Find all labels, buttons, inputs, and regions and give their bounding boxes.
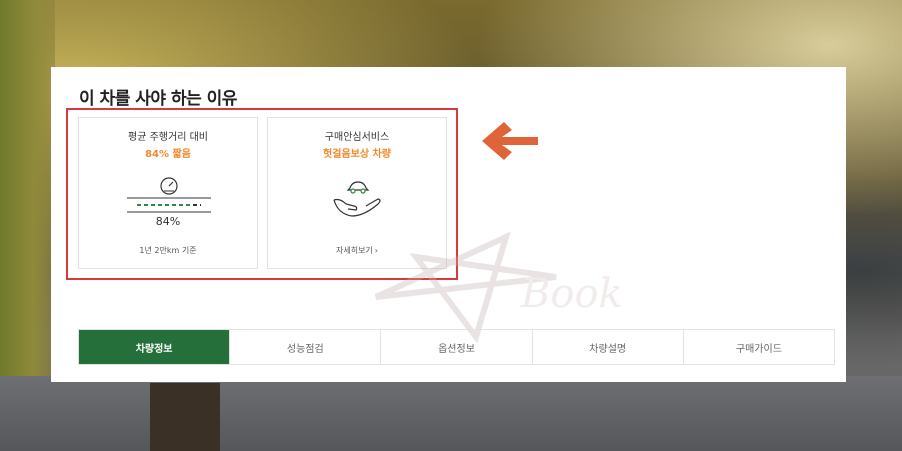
section-title: 이 차를 사야 하는 이유 (79, 89, 237, 109)
watermark-text: Book (520, 271, 623, 317)
tab-options[interactable]: 옵션정보 (381, 330, 533, 364)
chevron-right-icon: › (374, 246, 378, 255)
left-arrow-icon (482, 122, 538, 160)
background-tree-trunk (150, 383, 220, 451)
tab-inspection[interactable]: 성능점검 (230, 330, 382, 364)
background-road (0, 376, 902, 451)
tab-purchase-guide[interactable]: 구매가이드 (684, 330, 834, 364)
mileage-basis: 1년 2만km 기준 (139, 246, 197, 255)
reasons-panel: 이 차를 사야 하는 이유 평균 주행거리 대비 84% 짧음 84% 1년 2… (51, 67, 846, 382)
tab-vehicle-info[interactable]: 차량정보 (79, 330, 231, 364)
mileage-card-heading: 평균 주행거리 대비 (128, 132, 208, 143)
tab-vehicle-description[interactable]: 차량설명 (533, 330, 684, 364)
purchase-safety-card[interactable]: 구매안심서비스 헛걸음보상 차량 자세히보기 › (267, 117, 447, 269)
speedometer-icon (127, 177, 211, 213)
details-link-label: 자세히보기 (335, 246, 373, 255)
safety-card-heading: 구매안심서비스 (324, 132, 390, 143)
mileage-card: 평균 주행거리 대비 84% 짧음 84% 1년 2만km 기준 (78, 117, 258, 269)
car-in-hand-icon (333, 181, 381, 217)
mileage-value: 84% (155, 215, 181, 228)
safety-card-highlight: 헛걸음보상 차량 (323, 149, 391, 160)
detail-tabs: 차량정보 성능점검 옵션정보 차량설명 구매가이드 (78, 329, 835, 365)
details-link[interactable]: 자세히보기 › (268, 245, 446, 256)
mileage-card-highlight: 84% 짧음 (145, 149, 191, 160)
